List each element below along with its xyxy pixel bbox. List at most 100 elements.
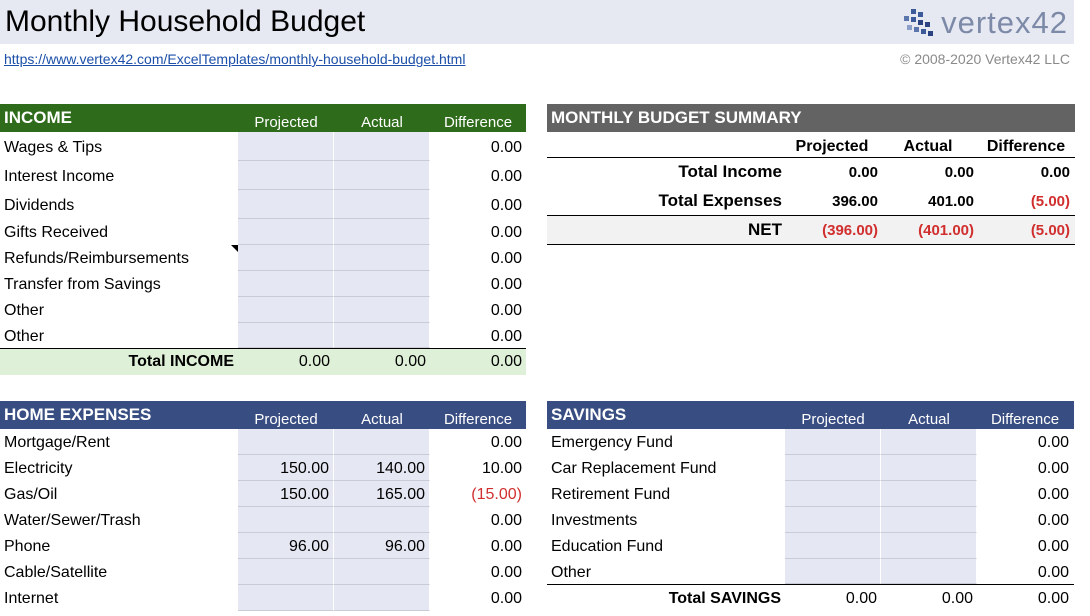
income-actual-cell[interactable] [334, 132, 430, 161]
savings-actual-cell[interactable] [881, 533, 977, 559]
home-col-actual: Actual [361, 411, 403, 428]
income-projected-cell[interactable] [238, 245, 334, 271]
summary-row-label: NET [748, 220, 782, 239]
home-difference-value: 0.00 [490, 538, 522, 555]
savings-projected-cell[interactable] [785, 455, 881, 481]
summary-col-difference: Difference [986, 138, 1066, 155]
summary-actual-value: 0.00 [944, 164, 974, 181]
income-projected-cell[interactable] [238, 323, 334, 348]
savings-difference-value: 0.00 [1037, 434, 1069, 451]
copyright-text: © 2008-2020 Vertex42 LLC [900, 51, 1070, 67]
home-row-label: Water/Sewer/Trash [4, 512, 141, 529]
income-actual-cell[interactable] [334, 190, 430, 219]
savings-projected-cell[interactable] [785, 481, 881, 507]
savings-difference-value: 0.00 [1037, 512, 1069, 529]
home-difference-value: 0.00 [490, 434, 522, 451]
summary-actual-value: 401.00 [928, 193, 974, 210]
home-projected-value: 96.00 [288, 538, 329, 555]
savings-col-actual: Actual [908, 411, 950, 428]
income-projected-cell[interactable] [238, 132, 334, 161]
home-projected-cell[interactable]: 150.00 [238, 455, 334, 481]
savings-actual-cell[interactable] [881, 507, 977, 533]
home-row-label: Cable/Satellite [4, 564, 108, 581]
home-difference-value: 0.00 [490, 564, 522, 581]
home-projected-cell[interactable]: 96.00 [238, 533, 334, 559]
savings-projected-cell[interactable] [785, 533, 881, 559]
savings-actual-cell[interactable] [881, 455, 977, 481]
home-actual-cell[interactable]: 165.00 [334, 481, 430, 507]
income-difference-value: 0.00 [490, 197, 522, 214]
home-actual-cell[interactable] [334, 559, 430, 585]
savings-row-label: Emergency Fund [551, 434, 673, 451]
income-projected-cell[interactable] [238, 190, 334, 219]
logo-text: vertex42 [941, 5, 1068, 40]
home-difference-value: (15.00) [471, 486, 522, 503]
income-actual-cell[interactable] [334, 219, 430, 245]
home-projected-cell[interactable] [238, 429, 334, 455]
home-actual-cell[interactable] [334, 507, 430, 533]
savings-actual-cell[interactable] [881, 559, 977, 584]
home-row-label: Internet [4, 590, 59, 607]
home-actual-cell[interactable] [334, 429, 430, 455]
income-projected-cell[interactable] [238, 271, 334, 297]
income-projected-cell[interactable] [238, 297, 334, 323]
income-row-label: Refunds/Reimbursements [4, 250, 189, 267]
home-projected-cell[interactable] [238, 585, 334, 611]
summary-header: MONTHLY BUDGET SUMMARY [547, 104, 1075, 132]
income-row-label: Interest Income [4, 168, 115, 185]
income-col-actual: Actual [361, 114, 403, 131]
income-difference-value: 0.00 [490, 302, 522, 319]
home-row-label: Phone [4, 538, 51, 555]
home-col-projected: Projected [254, 411, 318, 428]
home-row-label: Gas/Oil [4, 486, 58, 503]
summary-col-actual: Actual [903, 138, 953, 155]
income-row-label: Transfer from Savings [4, 276, 161, 293]
home-projected-cell[interactable]: 150.00 [238, 481, 334, 507]
income-row-label: Wages & Tips [4, 139, 103, 156]
savings-total-label: Total SAVINGS [668, 590, 781, 607]
vertex42-logo: vertex42 [901, 4, 1068, 42]
savings-actual-cell[interactable] [881, 481, 977, 507]
summary-title: MONTHLY BUDGET SUMMARY [551, 108, 802, 127]
income-projected-cell[interactable] [238, 219, 334, 245]
income-row-label: Gifts Received [4, 224, 109, 241]
savings-row-label: Car Replacement Fund [551, 460, 717, 477]
home-actual-cell[interactable]: 140.00 [334, 455, 430, 481]
income-actual-cell[interactable] [334, 271, 430, 297]
home-actual-cell[interactable]: 96.00 [334, 533, 430, 559]
savings-projected-cell[interactable] [785, 507, 881, 533]
income-difference-value: 0.00 [490, 224, 522, 241]
template-link[interactable]: https://www.vertex42.com/ExcelTemplates/… [4, 51, 465, 67]
income-actual-cell[interactable] [334, 323, 430, 348]
page-title: Monthly Household Budget [5, 5, 366, 38]
income-total-projected: 0.00 [298, 353, 330, 370]
income-actual-cell[interactable] [334, 245, 430, 271]
savings-projected-cell[interactable] [785, 559, 881, 584]
income-difference-value: 0.00 [490, 276, 522, 293]
income-projected-cell[interactable] [238, 161, 334, 190]
income-difference-value: 0.00 [490, 168, 522, 185]
income-col-projected: Projected [254, 114, 318, 131]
savings-total-projected: 0.00 [845, 590, 877, 607]
income-actual-cell[interactable] [334, 161, 430, 190]
savings-title: SAVINGS [551, 405, 627, 424]
income-header: INCOME Projected Actual Difference [0, 104, 526, 132]
home-actual-cell[interactable] [334, 585, 430, 611]
home-projected-cell[interactable] [238, 559, 334, 585]
savings-row-label: Investments [551, 512, 638, 529]
savings-projected-cell[interactable] [785, 429, 881, 455]
home-projected-value: 150.00 [280, 460, 329, 477]
savings-actual-cell[interactable] [881, 429, 977, 455]
savings-col-projected: Projected [801, 411, 865, 428]
summary-projected-value: (396.00) [822, 222, 878, 239]
comment-indicator-icon [231, 245, 238, 252]
summary-header-rule [547, 157, 1075, 158]
summary-projected-value: 0.00 [848, 164, 878, 181]
home-expenses-header: HOME EXPENSES Projected Actual Differenc… [0, 401, 526, 429]
savings-difference-value: 0.00 [1037, 486, 1069, 503]
savings-row-label: Retirement Fund [551, 486, 671, 503]
income-actual-cell[interactable] [334, 297, 430, 323]
income-difference-value: 0.00 [490, 250, 522, 267]
income-total-difference: 0.00 [490, 353, 522, 370]
home-projected-cell[interactable] [238, 507, 334, 533]
